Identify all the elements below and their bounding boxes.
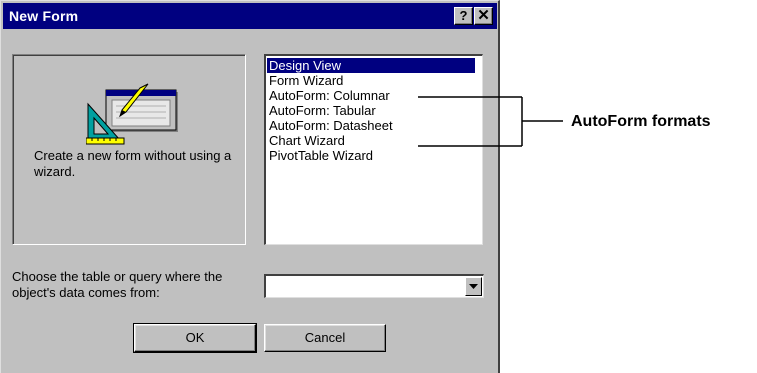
annotation-bracket <box>418 96 563 147</box>
annotation-label: AutoForm formats <box>571 113 711 130</box>
